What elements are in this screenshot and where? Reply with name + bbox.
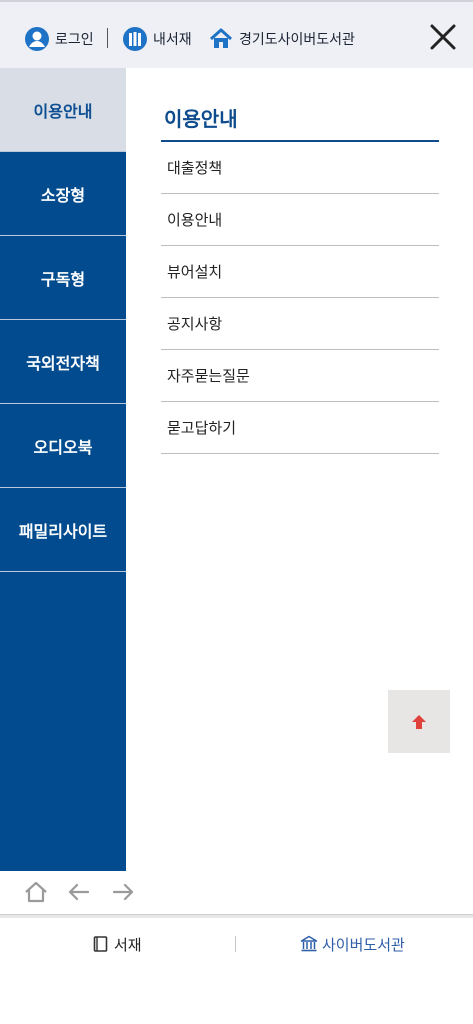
my-shelf-link[interactable]: 내서재 <box>122 24 192 54</box>
submenu-panel: 이용안내 대출정책 이용안내 뷰어설치 공지사항 자주묻는질문 묻고답하기 <box>161 100 439 454</box>
submenu-item-loan-policy[interactable]: 대출정책 <box>161 142 439 194</box>
sidebar-item-label: 국외전자책 <box>26 353 100 373</box>
house-icon <box>209 28 233 48</box>
back-arrow-icon[interactable] <box>66 879 92 905</box>
sidebar-item-foreign-ebooks[interactable]: 국외전자책 <box>0 320 126 404</box>
sidebar-item-audiobook[interactable]: 오디오북 <box>0 404 126 488</box>
scroll-top-button[interactable] <box>388 690 450 753</box>
user-icon <box>25 27 49 51</box>
side-menu: 이용안내 소장형 구독형 국외전자책 오디오북 패밀리사이트 <box>0 68 126 871</box>
tab-divider <box>235 936 236 952</box>
sidebar-item-family-sites[interactable]: 패밀리사이트 <box>0 488 126 572</box>
sidebar-item-label: 소장형 <box>40 185 86 205</box>
sidebar-item-subscription[interactable]: 구독형 <box>0 236 126 320</box>
my-shelf-label: 내서재 <box>153 32 192 48</box>
sidebar-item-label: 오디오북 <box>33 437 93 457</box>
login-link[interactable]: 로그인 <box>24 24 94 54</box>
header-divider <box>107 28 108 48</box>
submenu-item-viewer-install[interactable]: 뷰어설치 <box>161 246 439 298</box>
submenu-item-faq[interactable]: 자주묻는질문 <box>161 350 439 402</box>
sidebar-item-label: 패밀리사이트 <box>18 521 108 541</box>
submenu-item-usage-guide[interactable]: 이용안내 <box>161 194 439 246</box>
library-label: 경기도사이버도서관 <box>239 32 355 48</box>
book-icon <box>93 936 108 952</box>
library-link[interactable]: 경기도사이버도서관 <box>208 24 355 54</box>
bottom-tab-bar: 서재 사이버도서관 <box>0 915 473 1024</box>
tab-shelf-label: 서재 <box>114 935 142 954</box>
arrow-up-icon <box>412 714 426 729</box>
submenu-item-qna[interactable]: 묻고답하기 <box>161 402 439 454</box>
top-header: 로그인 내서재 경기도사이버도서관 <box>0 0 473 68</box>
tab-shelf[interactable]: 서재 <box>92 932 142 956</box>
submenu-list: 대출정책 이용안내 뷰어설치 공지사항 자주묻는질문 묻고답하기 <box>161 142 439 454</box>
home-icon[interactable] <box>23 879 49 905</box>
close-icon[interactable] <box>430 24 456 50</box>
sidebar-item-label: 구독형 <box>40 269 86 289</box>
forward-arrow-icon[interactable] <box>110 879 136 905</box>
sidebar-item-label: 이용안내 <box>33 101 93 121</box>
tab-cyber-library[interactable]: 사이버도서관 <box>300 932 405 956</box>
login-label: 로그인 <box>55 32 94 48</box>
sidebar-item-owned[interactable]: 소장형 <box>0 152 126 236</box>
library-building-icon <box>300 935 318 952</box>
submenu-title: 이용안내 <box>161 100 439 142</box>
tab-cyber-library-label: 사이버도서관 <box>322 935 405 954</box>
submenu-item-notices[interactable]: 공지사항 <box>161 298 439 350</box>
bookshelf-icon <box>123 27 147 51</box>
browser-nav-bar <box>0 871 473 915</box>
sidebar-item-guide[interactable]: 이용안내 <box>0 68 126 152</box>
